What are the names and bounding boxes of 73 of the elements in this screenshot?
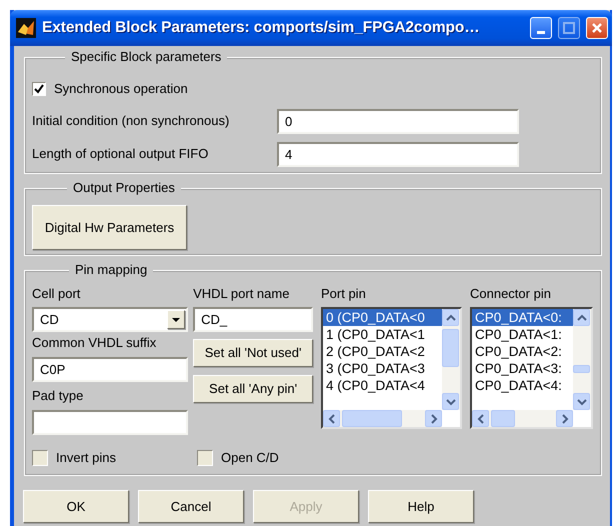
group-label: Output Properties [67,180,181,196]
scroll-thumb[interactable] [342,410,402,427]
chevron-left-icon [328,414,336,424]
minimize-button[interactable] [530,17,552,39]
scroll-thumb[interactable] [573,365,590,373]
field-label: Common VHDL suffix [32,334,158,352]
maximize-icon [563,22,575,34]
field-label: Pad type [32,387,84,405]
dialog-button[interactable]: Help [368,490,474,523]
scroll-right-button[interactable] [556,410,573,427]
list-item[interactable]: 2 (CP0_DATA<2 [323,343,442,360]
close-button[interactable] [586,17,608,39]
dialog-button[interactable]: OK [23,490,129,523]
scroll-down-button[interactable] [573,393,590,410]
set-all-button[interactable]: Set all 'Any pin' [193,375,314,403]
scroll-left-button[interactable] [323,410,340,427]
scroll-right-button[interactable] [425,410,442,427]
checkbox-label: Invert pins [56,449,116,467]
list-label: Connector pin [470,285,552,303]
list-item[interactable]: 3 (CP0_DATA<3 [323,360,442,377]
list-item[interactable]: CP0_DATA<1: [472,326,573,343]
text-field[interactable]: 4 [277,142,519,166]
checkmark-icon [33,82,45,95]
maximize-button[interactable] [558,17,580,39]
list-item[interactable]: CP0_DATA<2: [472,343,573,360]
list-box[interactable]: 0 (CP0_DATA<0 1 (CP0_DATA<1 2 (CP0_DATA<2 3 (CP0_DATA<3 4 (CP0_DATA<4 [321,307,462,429]
text-field[interactable]: CD_ [193,307,314,332]
chevron-up-icon [446,314,456,322]
list-item[interactable]: CP0_DATA<4: [472,377,573,394]
list-label: Port pin [321,285,367,303]
horizontal-scrollbar[interactable] [323,410,442,427]
list-item[interactable]: 1 (CP0_DATA<1 [323,326,442,343]
chevron-down-icon [576,398,586,406]
horizontal-scrollbar[interactable] [472,410,573,427]
chevron-left-icon [476,414,484,424]
dialog-button[interactable]: Cancel [138,490,244,523]
dropdown[interactable]: CD [32,307,188,332]
close-icon [591,22,603,34]
parameters-button[interactable]: Digital Hw Parameters [32,205,187,250]
text-field[interactable]: 0 [277,108,519,134]
list-item[interactable]: CP0_DATA<0: [472,309,573,326]
text-field[interactable] [32,410,188,435]
scroll-up-button[interactable] [442,309,459,326]
field-label: Cell port [32,285,82,303]
checkbox-label: Synchronous operation [54,80,188,98]
group-label: Specific Block parameters [65,49,228,65]
scroll-down-button[interactable] [442,393,459,410]
scroll-up-button[interactable] [573,309,590,326]
caret-icon [172,318,180,322]
checkbox[interactable] [32,82,46,96]
field-label: VHDL port name [193,285,290,303]
set-all-button[interactable]: Set all 'Not used' [193,339,314,367]
list-box[interactable]: CP0_DATA<0: CP0_DATA<1: CP0_DATA<2: CP0_DATA<3: CP0_DATA<4: [470,307,593,429]
window-title: Extended Block Parameters: comports/sim_FPGA2compo… [42,18,481,38]
minimize-icon [537,30,545,34]
field-label: Initial condition (non synchronous) [32,112,230,130]
app-logo-icon [16,18,36,38]
field-label: Length of optional output FIFO [32,145,210,164]
chevron-right-icon [560,414,568,424]
list-item[interactable]: 4 (CP0_DATA<4 [323,377,442,394]
vertical-scrollbar[interactable] [442,309,460,410]
group-label: Pin mapping [69,262,154,278]
list-item[interactable]: CP0_DATA<3: [472,360,573,377]
scroll-thumb[interactable] [491,410,515,427]
scroll-left-button[interactable] [472,410,489,427]
text-field[interactable]: C0P [32,357,188,382]
chevron-up-icon [576,314,586,322]
vertical-scrollbar[interactable] [573,309,591,410]
list-item[interactable]: 0 (CP0_DATA<0 [323,309,442,326]
chevron-right-icon [430,414,438,424]
chevron-down-icon [446,398,456,406]
scroll-thumb[interactable] [442,329,459,367]
checkbox-label: Open C/D [221,449,279,467]
